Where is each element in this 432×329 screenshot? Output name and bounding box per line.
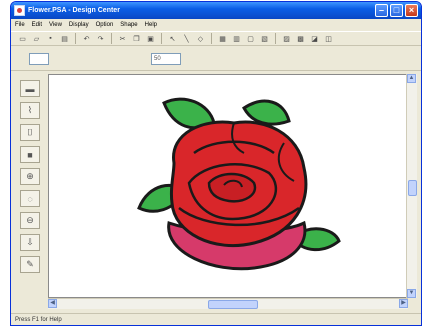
- scroll-down-arrow[interactable]: ▼: [407, 289, 416, 298]
- design-canvas[interactable]: [48, 74, 408, 298]
- menu-option[interactable]: Option: [96, 22, 114, 28]
- horizontal-scroll-thumb[interactable]: [208, 300, 258, 309]
- region-icon[interactable]: ◇: [195, 33, 206, 44]
- print-icon[interactable]: ▤: [59, 33, 70, 44]
- minimize-button[interactable]: –: [375, 4, 388, 17]
- scroll-left-arrow[interactable]: ◀: [48, 299, 57, 308]
- status-bar: Press F1 for Help: [11, 313, 421, 325]
- app-window: Flower.PSA - Design Center – □ × File Ed…: [10, 1, 422, 326]
- rose-embroidery-image[interactable]: [134, 93, 344, 278]
- menu-bar: File Edit View Display Option Shape Help: [11, 19, 421, 30]
- close-button[interactable]: ×: [405, 4, 418, 17]
- fill-icon[interactable]: ▬: [20, 80, 40, 97]
- menu-file[interactable]: File: [15, 22, 25, 28]
- menu-view[interactable]: View: [49, 22, 62, 28]
- menu-display[interactable]: Display: [69, 22, 89, 28]
- line-icon[interactable]: ╲: [181, 33, 192, 44]
- menu-shape[interactable]: Shape: [120, 22, 137, 28]
- paint-icon[interactable]: ■: [20, 146, 40, 163]
- redo-icon[interactable]: ↷: [95, 33, 106, 44]
- menu-help[interactable]: Help: [145, 22, 157, 28]
- option-toolbar: 50: [11, 47, 421, 71]
- new-icon[interactable]: ▭: [17, 33, 28, 44]
- zoom-in-icon[interactable]: ⊕: [20, 168, 40, 185]
- vertical-scrollbar[interactable]: ▲ ▼: [406, 74, 417, 298]
- vertical-scroll-thumb[interactable]: [408, 180, 417, 196]
- copy-icon[interactable]: ❐: [131, 33, 142, 44]
- app-icon: [14, 5, 25, 16]
- title-bar[interactable]: Flower.PSA - Design Center – □ ×: [11, 2, 421, 19]
- region-sew-icon[interactable]: ⌷: [20, 124, 40, 141]
- scroll-up-arrow[interactable]: ▲: [407, 74, 416, 83]
- paste-icon[interactable]: ▣: [145, 33, 156, 44]
- undo-icon[interactable]: ↶: [81, 33, 92, 44]
- pick-icon[interactable]: ✎: [20, 256, 40, 273]
- open-icon[interactable]: ▱: [31, 33, 42, 44]
- image-icon[interactable]: ◪: [309, 33, 320, 44]
- zoom-window-icon[interactable]: ◌: [20, 190, 40, 207]
- option-field-2[interactable]: 50: [151, 53, 181, 65]
- horizontal-scrollbar[interactable]: ◀ ▶: [48, 298, 408, 309]
- window-title: Flower.PSA - Design Center: [28, 7, 120, 14]
- move-icon[interactable]: ⇩: [20, 234, 40, 251]
- option-field-1[interactable]: [29, 53, 49, 65]
- main-toolbar: ▭ ▱ ▪ ▤ ↶ ↷ ✂ ❐ ▣ ↖ ╲ ◇ ▦ ▥ ▢ ▧ ▨ ▩ ◪ ◫: [11, 31, 421, 46]
- zoom-fit-icon[interactable]: ▢: [245, 33, 256, 44]
- view-icon[interactable]: ▥: [231, 33, 242, 44]
- select-icon[interactable]: ↖: [167, 33, 178, 44]
- import-icon[interactable]: ▩: [295, 33, 306, 44]
- save-icon[interactable]: ▪: [45, 33, 56, 44]
- zoom-out-icon[interactable]: ⊖: [20, 212, 40, 229]
- export-icon[interactable]: ▨: [281, 33, 292, 44]
- maximize-button[interactable]: □: [390, 4, 403, 17]
- menu-edit[interactable]: Edit: [32, 22, 42, 28]
- property-icon[interactable]: ▧: [259, 33, 270, 44]
- grid-icon[interactable]: ▦: [217, 33, 228, 44]
- sew-icon[interactable]: ◫: [323, 33, 334, 44]
- tool-palette: ▬ ⌇ ⌷ ■ ⊕ ◌ ⊖ ⇩ ✎: [15, 74, 45, 299]
- line-sew-icon[interactable]: ⌇: [20, 102, 40, 119]
- scroll-right-arrow[interactable]: ▶: [399, 299, 408, 308]
- cut-icon[interactable]: ✂: [117, 33, 128, 44]
